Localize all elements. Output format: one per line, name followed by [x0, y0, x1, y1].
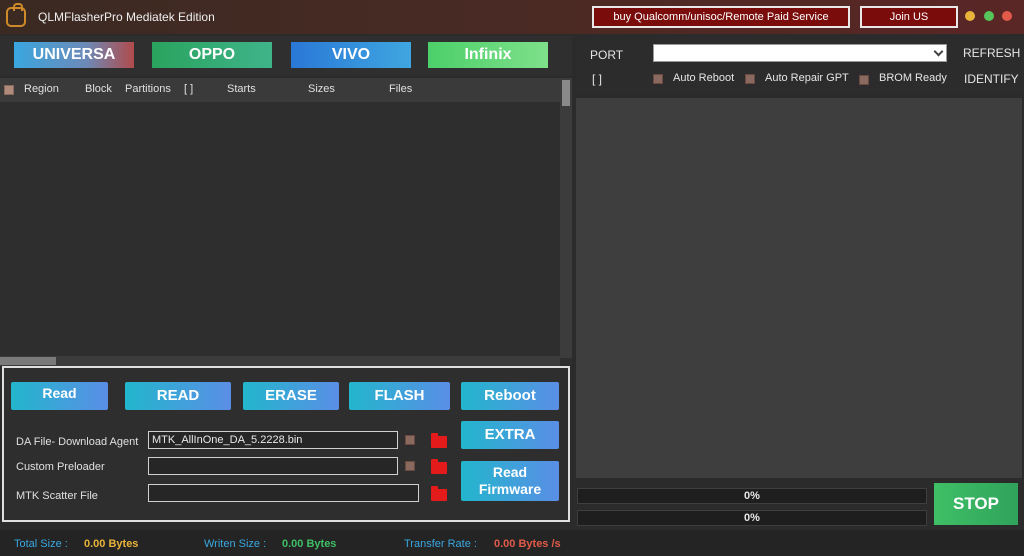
da-file-field[interactable]: MTK_AllInOne_DA_5.2228.bin — [148, 431, 398, 449]
scatter-field[interactable] — [148, 484, 419, 502]
auto-repair-gpt-label: Auto Repair GPT — [765, 72, 849, 84]
brand-infinix-button[interactable]: Infinix — [428, 42, 548, 68]
brand-vivo-button[interactable]: VIVO — [291, 42, 411, 68]
total-size-value: 0.00 Bytes — [84, 538, 139, 550]
preloader-checkbox[interactable] — [405, 461, 415, 471]
horizontal-scrollbar[interactable] — [0, 356, 560, 366]
progress-bar-2: 0% — [577, 510, 927, 526]
preloader-field[interactable] — [148, 457, 398, 475]
auto-reboot-checkbox[interactable] — [653, 74, 663, 84]
transfer-rate-value: 0.00 Bytes /s — [494, 538, 561, 550]
reboot-button[interactable]: Reboot — [461, 382, 559, 410]
column-bracket[interactable]: [ ] — [184, 83, 193, 95]
column-region[interactable]: Region — [24, 83, 59, 95]
preloader-label: Custom Preloader — [16, 461, 105, 473]
da-file-label: DA File- Download Agent — [16, 436, 139, 448]
auto-reboot-label: Auto Reboot — [673, 72, 735, 84]
flash-button[interactable]: FLASH — [349, 382, 450, 410]
brand-bar: UNIVERSA OPPO VIVO Infinix — [0, 36, 572, 76]
horizontal-scroll-thumb[interactable] — [0, 357, 56, 365]
da-folder-icon[interactable] — [431, 433, 447, 448]
port-select[interactable] — [653, 44, 947, 62]
scatter-folder-icon[interactable] — [431, 486, 447, 501]
column-block[interactable]: Block — [85, 83, 112, 95]
extra-button[interactable]: EXTRA — [461, 421, 559, 449]
device-bracket: [ ] — [592, 72, 603, 86]
column-starts[interactable]: Starts — [227, 83, 256, 95]
chevron-down-icon — [933, 46, 944, 57]
app-title: QLMFlasherPro Mediatek Edition — [38, 10, 215, 24]
device-panel: PORT REFRESH [ ] Auto Reboot Auto Repair… — [576, 38, 1024, 94]
paid-service-button[interactable]: buy Qualcomm/unisoc/Remote Paid Service — [592, 6, 850, 28]
read-small-button[interactable]: Read — [11, 382, 108, 410]
erase-button[interactable]: ERASE — [243, 382, 339, 410]
written-size-value: 0.00 Bytes — [282, 538, 337, 550]
port-value — [654, 49, 658, 61]
column-sizes[interactable]: Sizes — [308, 83, 335, 95]
refresh-button[interactable]: REFRESH — [963, 46, 1020, 60]
transfer-rate-label: Transfer Rate : — [404, 538, 477, 550]
operations-panel: Read READ ERASE FLASH Reboot DA File- Do… — [2, 366, 570, 522]
vertical-scroll-thumb[interactable] — [562, 80, 570, 106]
auto-repair-gpt-checkbox[interactable] — [745, 74, 755, 84]
preloader-folder-icon[interactable] — [431, 459, 447, 474]
written-size-label: Writen Size : — [204, 538, 267, 550]
total-size-label: Total Size : — [14, 538, 68, 550]
close-icon[interactable] — [1002, 11, 1012, 21]
port-label: PORT — [590, 48, 624, 62]
brom-ready-checkbox[interactable] — [859, 75, 869, 85]
read-firmware-button[interactable]: Read Firmware — [461, 461, 559, 501]
title-bar: QLMFlasherPro Mediatek Edition buy Qualc… — [0, 0, 1024, 34]
maximize-icon[interactable] — [984, 11, 994, 21]
da-file-checkbox[interactable] — [405, 435, 415, 445]
brand-oppo-button[interactable]: OPPO — [152, 42, 272, 68]
minimize-icon[interactable] — [965, 11, 975, 21]
column-partitions[interactable]: Partitions — [125, 83, 171, 95]
partition-table: Region Block Partitions [ ] Starts Sizes… — [0, 78, 572, 366]
lock-icon — [6, 3, 26, 27]
partition-table-header: Region Block Partitions [ ] Starts Sizes… — [0, 78, 560, 102]
vertical-scrollbar[interactable] — [560, 78, 572, 358]
stop-button[interactable]: STOP — [934, 483, 1018, 525]
progress-bar-1: 0% — [577, 488, 927, 504]
read-button[interactable]: READ — [125, 382, 231, 410]
log-output[interactable] — [576, 98, 1022, 478]
select-all-checkbox[interactable] — [4, 85, 14, 95]
column-files[interactable]: Files — [389, 83, 412, 95]
scatter-label: MTK Scatter File — [16, 490, 98, 502]
join-us-button[interactable]: Join US — [860, 6, 958, 28]
brom-ready-label: BROM Ready — [879, 72, 947, 84]
brand-universa-button[interactable]: UNIVERSA — [14, 42, 134, 68]
identify-button[interactable]: IDENTIFY — [964, 72, 1019, 86]
status-bar: Total Size : 0.00 Bytes Writen Size : 0.… — [0, 530, 1024, 556]
